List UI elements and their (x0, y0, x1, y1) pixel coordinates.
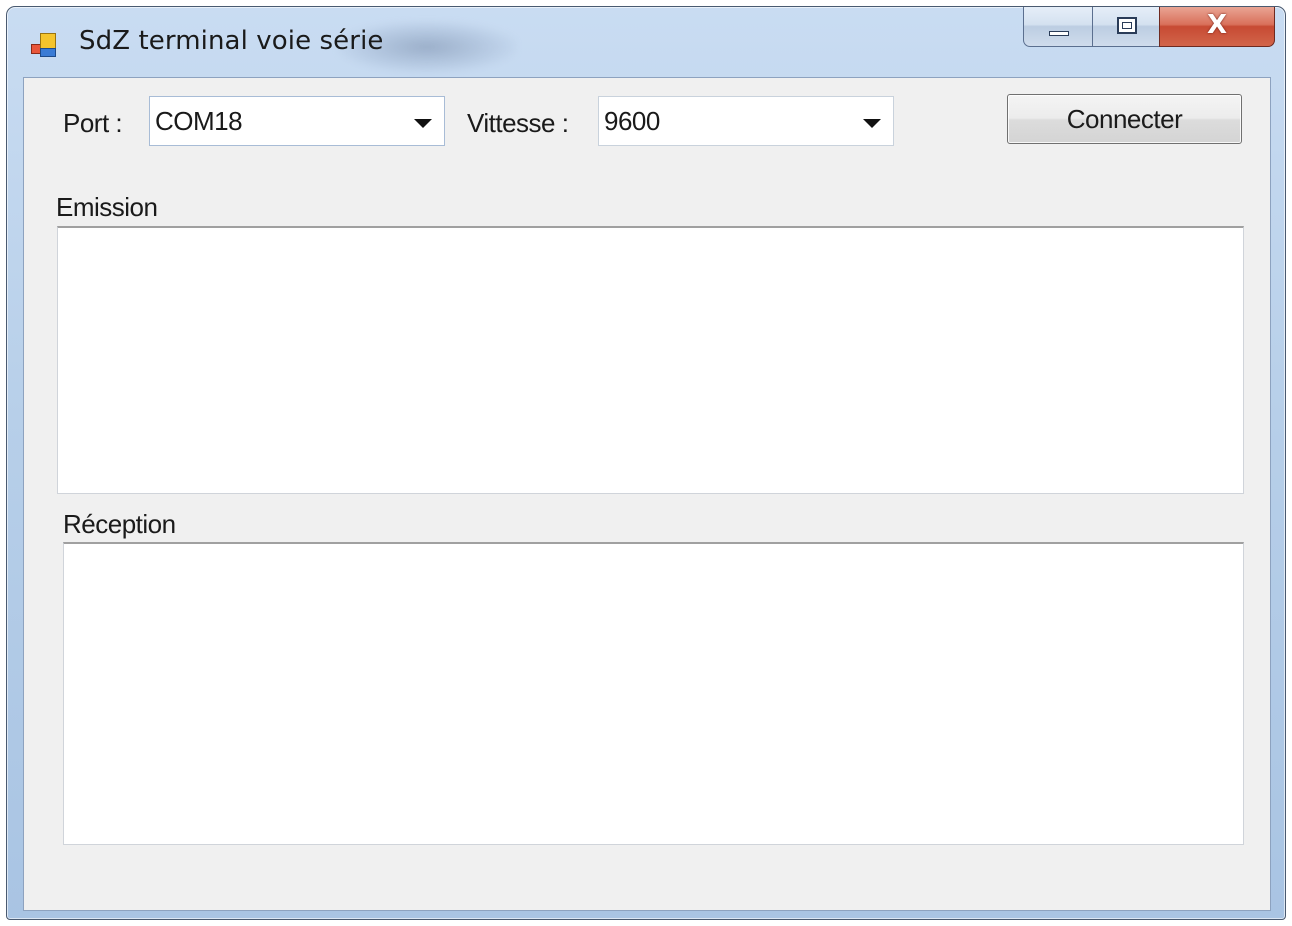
speed-label: Vittesse : (467, 108, 569, 138)
close-icon: X (1206, 10, 1228, 40)
emission-textbox[interactable] (57, 226, 1244, 494)
maximize-icon (1117, 17, 1137, 34)
title-bar[interactable]: SdZ terminal voie série X (7, 7, 1285, 77)
speed-value: 9600 (604, 106, 660, 136)
app-window: SdZ terminal voie série X Port : COM18 V… (6, 6, 1286, 920)
connect-button[interactable]: Connecter (1007, 94, 1242, 144)
window-title: SdZ terminal voie série (79, 26, 384, 56)
chevron-down-icon[interactable] (414, 119, 432, 128)
port-combobox[interactable]: COM18 (149, 96, 445, 146)
minimize-button[interactable] (1023, 7, 1093, 47)
port-label: Port : (63, 108, 123, 138)
close-button[interactable]: X (1159, 7, 1275, 47)
caption-buttons: X (1023, 7, 1275, 49)
speed-combobox[interactable]: 9600 (598, 96, 894, 146)
emission-label: Emission (56, 192, 158, 222)
reception-textbox[interactable] (63, 542, 1244, 845)
app-icon[interactable] (31, 33, 57, 59)
minimize-icon (1049, 31, 1069, 36)
form-client-area: Port : COM18 Vittesse : 9600 Connecter E… (23, 77, 1271, 911)
chevron-down-icon[interactable] (863, 119, 881, 128)
maximize-button[interactable] (1092, 7, 1160, 47)
reception-label: Réception (63, 509, 176, 539)
port-value: COM18 (155, 106, 243, 136)
